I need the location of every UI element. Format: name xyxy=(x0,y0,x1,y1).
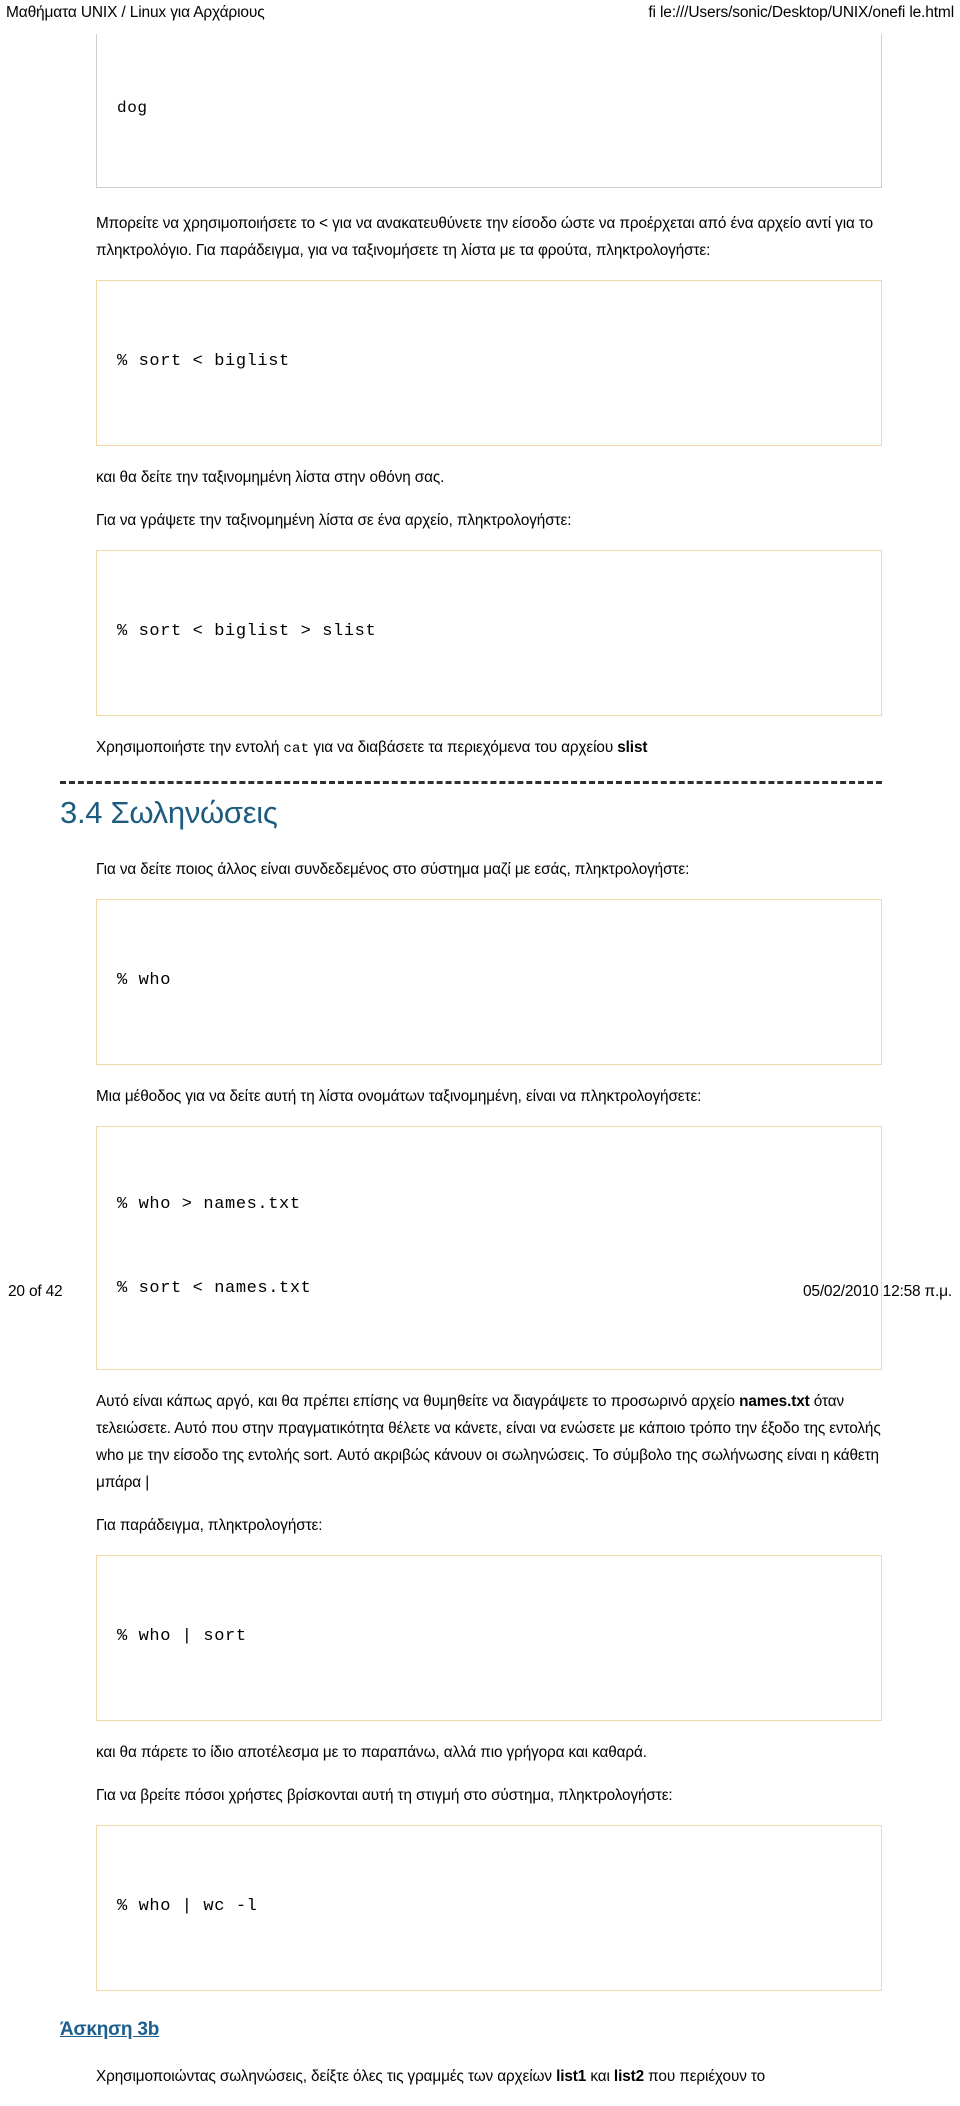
inline-filename-slist: slist xyxy=(617,739,648,756)
paragraph-redirect-input: Μπορείτε να χρησιμοποιήσετε το < για να … xyxy=(96,215,874,259)
code-line: % sort < biglist xyxy=(117,352,290,371)
paragraph-count-users: Για να βρείτε πόσοι χρήστες βρίσκονται α… xyxy=(96,1787,673,1804)
code-block-dog-output: dog xyxy=(96,34,882,188)
code-line: dog xyxy=(117,99,148,117)
inline-filename-list1: list1 xyxy=(556,2068,587,2085)
code-block-sort-biglist: % sort < biglist xyxy=(96,280,882,446)
code-block-who: % who xyxy=(96,899,882,1065)
document-content: dog Μπορείτε να χρησιμοποιήσετε το < για… xyxy=(0,34,960,2106)
paragraph-text: για να διαβάσετε τα περιεχόμενα του αρχε… xyxy=(309,739,618,756)
paragraph-who-intro: Για να δείτε ποιος άλλος είναι συνδεδεμέ… xyxy=(96,861,690,878)
paragraph-text: που περιέχουν το xyxy=(644,2068,766,2085)
paragraph-use-cat: Χρησιμοποιήστε την εντολή cat για να δια… xyxy=(96,734,882,763)
page-footer: 20 of 42 05/02/2010 12:58 π.μ. xyxy=(0,1283,960,1301)
code-block-who-names-sort: % who > names.txt % sort < names.txt xyxy=(96,1126,882,1370)
exercise-link-3b[interactable]: Άσκηση 3b xyxy=(60,2019,159,2041)
paragraph-method-sorted: Μια μέθοδος για να δείτε αυτή τη λίστα ο… xyxy=(96,1088,702,1105)
print-timestamp: 05/02/2010 12:58 π.μ. xyxy=(802,1283,952,1300)
inline-filename-list2: list2 xyxy=(613,2068,645,2085)
paragraph-text: Χρησιμοποιήστε την εντολή xyxy=(96,739,284,756)
code-block-sort-biglist-slist: % sort < biglist > slist xyxy=(96,550,882,716)
code-line: % who xyxy=(117,971,172,990)
paragraph-text: Χρησιμοποιώντας σωληνώσεις, δείξτε όλες … xyxy=(96,2068,557,2085)
inline-filename-names-txt: names.txt xyxy=(739,1393,810,1410)
paragraph-exercise-3b: Χρησιμοποιώντας σωληνώσεις, δείξτε όλες … xyxy=(96,2063,882,2090)
paragraph-slow-method: Αυτό είναι κάπως αργό, και θα πρέπει επί… xyxy=(96,1388,882,1496)
section-heading-pipes: 3.4 Σωληνώσεις xyxy=(60,795,278,830)
paragraph-text: Αυτό είναι κάπως αργό, και θα πρέπει επί… xyxy=(96,1393,740,1410)
code-line: % who | wc -l xyxy=(117,1897,258,1916)
paragraph-write-to-file: Για να γράψετε την ταξινομημένη λίστα σε… xyxy=(96,512,572,529)
paragraph-for-example: Για παράδειγμα, πληκτρολογήστε: xyxy=(96,1517,323,1534)
file-path-label: fi le:///Users/sonic/Desktop/UNIX/onefi … xyxy=(648,4,954,21)
code-block-who-pipe-wc: % who | wc -l xyxy=(96,1825,882,1991)
code-line: % who | sort xyxy=(117,1627,247,1646)
code-line: % who > names.txt xyxy=(117,1195,301,1214)
code-block-who-pipe-sort: % who | sort xyxy=(96,1555,882,1721)
paragraph-see-sorted-list: και θα δείτε την ταξινομημένη λίστα στην… xyxy=(96,469,445,486)
page-indicator: 20 of 42 xyxy=(8,1283,63,1300)
section-divider xyxy=(60,781,882,784)
page-header: Μαθήματα UNIX / Linux για Αρχάριους fi l… xyxy=(0,0,960,34)
code-line: % sort < biglist > slist xyxy=(117,622,377,641)
paragraph-text: και xyxy=(586,2068,614,2085)
document-title: Μαθήματα UNIX / Linux για Αρχάριους xyxy=(6,4,265,21)
inline-command-cat: cat xyxy=(283,741,310,757)
paragraph-same-result: και θα πάρετε το ίδιο αποτέλεσμα με το π… xyxy=(96,1744,647,1761)
